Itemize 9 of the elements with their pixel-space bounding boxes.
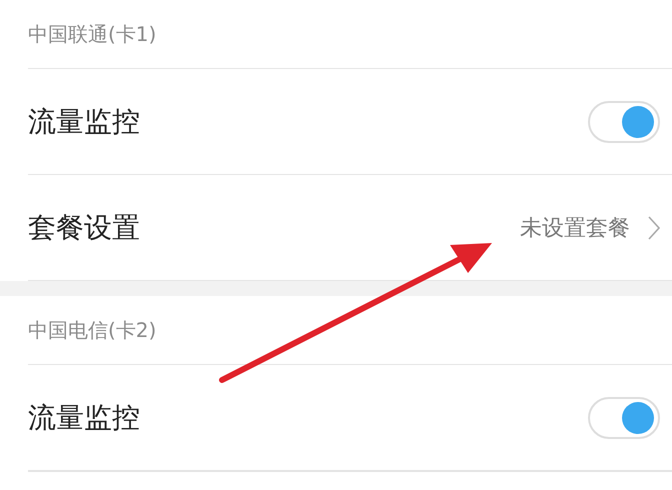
row-label: 套餐设置 bbox=[28, 210, 140, 246]
row-label: 流量监控 bbox=[28, 104, 140, 140]
section-header: 中国联通(卡1) bbox=[28, 20, 156, 48]
row-value: 未设置套餐 bbox=[520, 214, 630, 242]
toggle-switch[interactable] bbox=[588, 100, 660, 142]
toggle-switch[interactable] bbox=[588, 396, 660, 438]
section-header: 中国电信(卡2) bbox=[28, 316, 156, 344]
chevron-icon bbox=[648, 216, 660, 240]
row-label: 流量监控 bbox=[28, 400, 140, 436]
